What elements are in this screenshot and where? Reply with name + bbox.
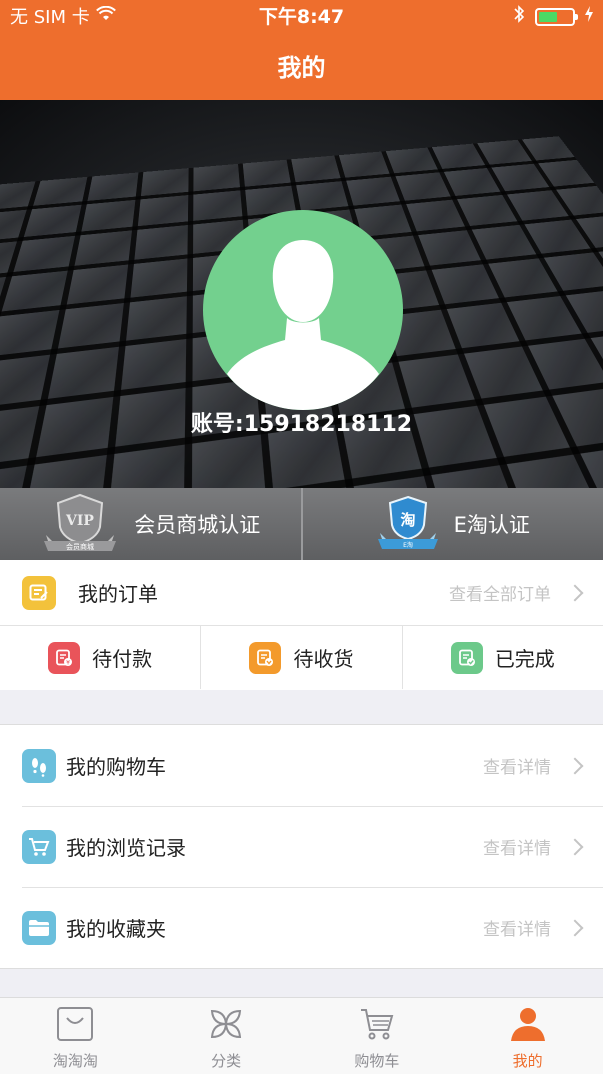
chevron-right-icon xyxy=(566,838,584,855)
favorites-row[interactable]: 我的收藏夹 查看详情 xyxy=(0,887,603,968)
completed-icon xyxy=(450,641,483,674)
my-orders-title: 我的订单 xyxy=(78,582,158,606)
tab-label: 淘淘淘 xyxy=(52,1052,98,1070)
tab-category[interactable]: 分类 xyxy=(151,998,302,1074)
pending-payment-icon: ¥ xyxy=(48,641,81,674)
account-number: 账号:15918218112 xyxy=(190,412,413,437)
browsing-history-detail-link[interactable]: 查看详情 xyxy=(483,834,584,859)
chevron-right-icon xyxy=(566,919,584,936)
view-all-orders-link[interactable]: 查看全部订单 xyxy=(449,580,584,605)
favorites-label: 我的收藏夹 xyxy=(66,917,166,941)
etao-badge-caption: E淘 xyxy=(403,541,413,549)
category-icon xyxy=(207,1006,245,1046)
bag-icon xyxy=(56,1006,94,1046)
folder-icon xyxy=(22,910,56,945)
person-icon xyxy=(509,1006,547,1046)
vip-badge-icon: VIP 会员商城 xyxy=(40,491,120,558)
completed-button[interactable]: 已完成 xyxy=(401,626,603,689)
shopping-cart-detail-link[interactable]: 查看详情 xyxy=(483,753,584,778)
status-bar: 无 SIM 卡 下午8:47 xyxy=(0,0,603,28)
tab-label: 我的 xyxy=(512,1052,543,1070)
avatar[interactable] xyxy=(203,210,403,410)
tab-label: 购物车 xyxy=(354,1052,400,1070)
bluetooth-icon xyxy=(513,4,525,29)
shopping-cart-row[interactable]: 我的购物车 查看详情 xyxy=(0,725,603,806)
my-orders-row[interactable]: 我的订单 查看全部订单 xyxy=(0,560,603,626)
top-bar: 无 SIM 卡 下午8:47 我的 xyxy=(0,0,603,100)
pending-receipt-label: 待收货 xyxy=(293,647,354,671)
chevron-right-icon xyxy=(566,584,584,601)
cart-icon xyxy=(358,1006,396,1046)
pending-payment-label: 待付款 xyxy=(92,647,153,671)
tab-cart[interactable]: 购物车 xyxy=(302,998,453,1074)
battery-icon xyxy=(535,7,578,26)
order-list-icon xyxy=(22,575,56,610)
page-title: 我的 xyxy=(277,54,326,82)
view-all-orders-label: 查看全部订单 xyxy=(449,585,551,605)
orders-section: 我的订单 查看全部订单 ¥ 待付款 待收货 已完成 xyxy=(0,560,603,690)
vip-certification-button[interactable]: VIP 会员商城 会员商城认证 xyxy=(0,488,301,560)
vip-badge-caption: 会员商城 xyxy=(66,542,94,551)
browsing-history-row[interactable]: 我的浏览记录 查看详情 xyxy=(0,806,603,887)
etao-badge-text: 淘 xyxy=(399,511,415,529)
pending-payment-button[interactable]: ¥ 待付款 xyxy=(0,626,200,689)
etao-certification-label: E淘认证 xyxy=(453,513,530,537)
tab-mine[interactable]: 我的 xyxy=(452,998,603,1074)
svg-text:¥: ¥ xyxy=(66,659,70,666)
etao-badge-icon: 淘 E淘 xyxy=(376,493,440,556)
pending-receipt-icon xyxy=(249,641,282,674)
certification-row: VIP 会员商城 会员商城认证 淘 E淘 E淘认证 xyxy=(0,488,603,560)
tab-label: 分类 xyxy=(211,1052,242,1070)
view-details-label: 查看详情 xyxy=(483,839,551,859)
favorites-detail-link[interactable]: 查看详情 xyxy=(483,915,584,940)
completed-label: 已完成 xyxy=(494,647,555,671)
shopping-cart-label: 我的购物车 xyxy=(66,755,166,779)
vip-certification-label: 会员商城认证 xyxy=(134,513,261,537)
view-details-label: 查看详情 xyxy=(483,920,551,940)
order-status-row: ¥ 待付款 待收货 已完成 xyxy=(0,626,603,689)
cart-icon xyxy=(22,829,56,864)
vip-badge-text: VIP xyxy=(65,513,94,529)
menu-list: 我的购物车 查看详情 我的浏览记录 查看详情 我的收藏夹 查看详情 xyxy=(0,724,603,969)
tab-taotaotao[interactable]: 淘淘淘 xyxy=(0,998,151,1074)
footprint-icon xyxy=(22,748,56,783)
charging-icon xyxy=(585,6,593,27)
person-silhouette-icon xyxy=(227,240,379,410)
chevron-right-icon xyxy=(566,757,584,774)
browsing-history-label: 我的浏览记录 xyxy=(66,836,186,860)
tab-bar: 淘淘淘 分类 购物车 我的 xyxy=(0,997,603,1074)
view-details-label: 查看详情 xyxy=(483,758,551,778)
profile-header: 账号:15918218112 xyxy=(0,100,603,488)
pending-receipt-button[interactable]: 待收货 xyxy=(200,626,401,689)
etao-certification-button[interactable]: 淘 E淘 E淘认证 xyxy=(300,488,603,560)
